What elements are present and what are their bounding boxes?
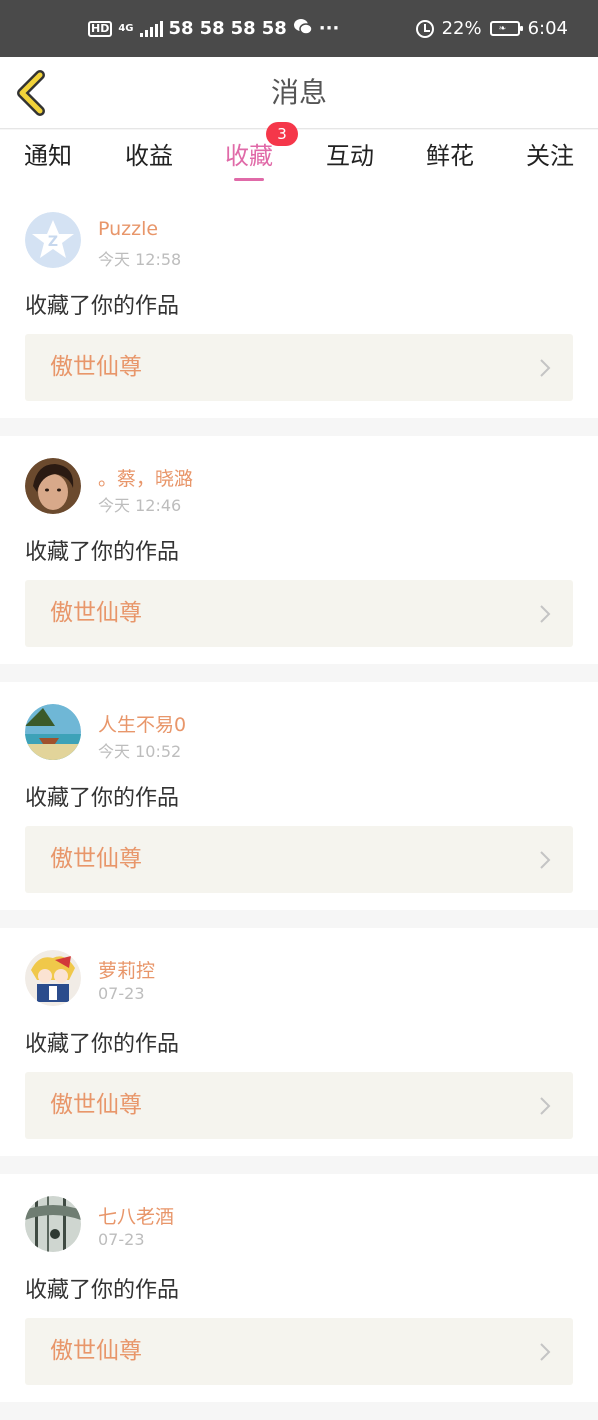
timestamp: 今天 12:46 xyxy=(98,496,182,515)
avatar[interactable] xyxy=(25,1196,81,1252)
timestamp: 07-23 xyxy=(98,984,145,1003)
chevron-right-icon xyxy=(540,359,551,377)
status-bar-right: 22% ❧ 6:04 xyxy=(415,0,568,57)
tab-notifications[interactable]: 通知 xyxy=(8,130,88,190)
chevron-right-icon xyxy=(540,1343,551,1361)
notification-count: 58 xyxy=(168,18,194,39)
hd-icon: HD xyxy=(88,20,113,37)
tab-following[interactable]: 关注 xyxy=(510,130,590,190)
wechat-icon xyxy=(293,18,313,40)
chevron-right-icon xyxy=(540,1097,551,1115)
action-text: 收藏了你的作品 xyxy=(25,294,180,319)
notification-count: 58 xyxy=(199,18,225,39)
signal-icon xyxy=(139,20,163,37)
tab-interactions[interactable]: 互动 xyxy=(310,130,390,190)
list-item: 人生不易0 今天 10:52 收藏了你的作品 傲世仙尊 xyxy=(0,682,598,910)
tab-bar: 通知 收益 收藏 3 互动 鲜花 关注 xyxy=(0,122,598,190)
tab-badge: 3 xyxy=(266,122,298,146)
action-text: 收藏了你的作品 xyxy=(25,1278,180,1303)
work-title: 傲世仙尊 xyxy=(50,354,142,380)
more-icon: ··· xyxy=(318,18,340,39)
chevron-right-icon xyxy=(540,851,551,869)
tab-label: 通知 xyxy=(24,142,72,170)
tab-label: 关注 xyxy=(526,142,574,170)
avatar[interactable] xyxy=(25,704,81,760)
work-title: 傲世仙尊 xyxy=(50,600,142,626)
tab-label: 鲜花 xyxy=(426,142,474,170)
tab-label: 互动 xyxy=(326,142,374,170)
username[interactable]: 。蔡，晓潞 xyxy=(98,464,193,491)
work-title: 傲世仙尊 xyxy=(50,1338,142,1364)
timestamp: 07-23 xyxy=(98,1230,145,1249)
tab-label: 收藏 xyxy=(225,142,273,170)
status-bar: HD 4G 58 58 58 58 ··· 22% ❧ 6:04 xyxy=(0,0,598,57)
username[interactable]: 萝莉控 xyxy=(98,956,155,983)
action-text: 收藏了你的作品 xyxy=(25,1032,180,1057)
battery-percent: 22% xyxy=(441,18,482,39)
tab-favorites[interactable]: 收藏 3 xyxy=(209,122,298,190)
tab-flowers[interactable]: 鲜花 xyxy=(410,130,490,190)
list-item: 七八老酒 07-23 收藏了你的作品 傲世仙尊 xyxy=(0,1174,598,1402)
username[interactable]: Puzzle xyxy=(98,218,158,240)
work-link[interactable]: 傲世仙尊 xyxy=(25,580,573,647)
notification-count: 58 xyxy=(230,18,256,39)
username[interactable]: 人生不易0 xyxy=(98,710,186,737)
action-text: 收藏了你的作品 xyxy=(25,786,180,811)
tab-active-indicator xyxy=(234,178,264,181)
header: 消息 xyxy=(0,57,598,129)
list-item: Z Puzzle 今天 12:58 收藏了你的作品 傲世仙尊 xyxy=(0,190,598,418)
svg-text:Z: Z xyxy=(48,234,58,250)
notification-count: 58 xyxy=(261,18,287,39)
timestamp: 今天 10:52 xyxy=(98,742,182,761)
work-link[interactable]: 傲世仙尊 xyxy=(25,334,573,401)
work-link[interactable]: 傲世仙尊 xyxy=(25,826,573,893)
timestamp: 今天 12:58 xyxy=(98,250,182,269)
alarm-icon xyxy=(415,19,434,38)
page-title: 消息 xyxy=(270,76,327,109)
work-title: 傲世仙尊 xyxy=(50,846,142,872)
work-link[interactable]: 傲世仙尊 xyxy=(25,1318,573,1385)
work-title: 傲世仙尊 xyxy=(50,1092,142,1118)
avatar[interactable] xyxy=(25,458,81,514)
list-item: 。蔡，晓潞 今天 12:46 收藏了你的作品 傲世仙尊 xyxy=(0,436,598,664)
clock: 6:04 xyxy=(527,18,568,39)
battery-icon: ❧ xyxy=(489,21,523,36)
list-item: 萝莉控 07-23 收藏了你的作品 傲世仙尊 xyxy=(0,928,598,1156)
chevron-right-icon xyxy=(540,605,551,623)
message-list: Z Puzzle 今天 12:58 收藏了你的作品 傲世仙尊 。蔡，晓潞 今天 … xyxy=(0,190,598,1420)
network-type: 4G xyxy=(118,23,134,34)
action-text: 收藏了你的作品 xyxy=(25,540,180,565)
status-bar-left: HD 4G 58 58 58 58 ··· xyxy=(88,0,339,57)
tab-label: 收益 xyxy=(125,142,173,170)
avatar[interactable]: Z xyxy=(25,212,81,268)
work-link[interactable]: 傲世仙尊 xyxy=(25,1072,573,1139)
avatar[interactable] xyxy=(25,950,81,1006)
tab-earnings[interactable]: 收益 xyxy=(109,130,189,190)
username[interactable]: 七八老酒 xyxy=(98,1202,174,1229)
